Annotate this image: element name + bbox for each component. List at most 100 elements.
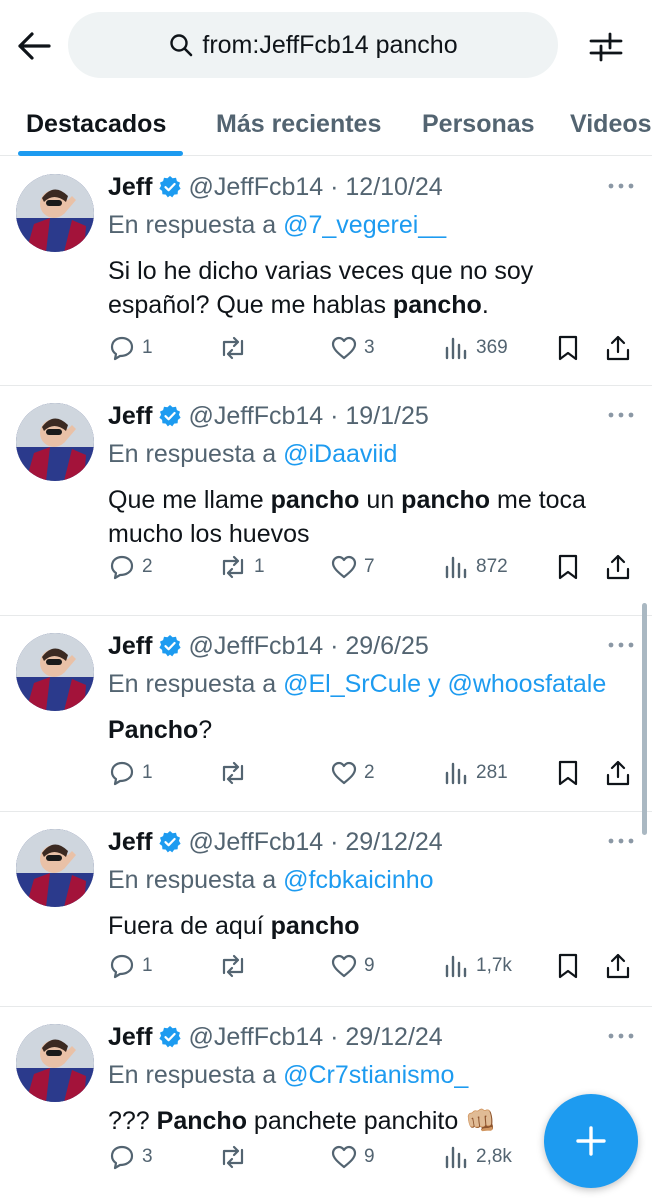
tweet-actions: 2 1 7 872 [108, 550, 636, 584]
like-button[interactable]: 3 [330, 331, 375, 365]
author-name[interactable]: Jeff [108, 828, 152, 857]
verified-badge-icon [158, 175, 182, 199]
bookmark-button[interactable] [554, 331, 588, 365]
repost-button[interactable] [218, 756, 254, 790]
text-part: ??? [108, 1107, 157, 1135]
reply-mention-link[interactable]: @7_vegerei__ [283, 211, 446, 239]
reply-count: 1 [142, 955, 153, 976]
views-button[interactable]: 369 [442, 331, 508, 365]
avatar[interactable] [16, 403, 94, 481]
highlighted-term: pancho [401, 486, 491, 514]
scrollbar[interactable] [642, 603, 647, 835]
views-chart-icon [445, 556, 467, 579]
author-handle-date: @JeffFcb14 · 19/1/25 [188, 401, 429, 430]
compose-post-button[interactable] [544, 1094, 638, 1188]
author-handle-date: @JeffFcb14 · 12/10/24 [188, 172, 443, 201]
reply-count: 3 [142, 1146, 153, 1167]
tab-mas-recientes[interactable]: Más recientes [216, 92, 381, 155]
heart-icon [331, 336, 357, 360]
more-options-icon[interactable] [606, 826, 636, 856]
bookmark-button[interactable] [554, 949, 588, 983]
share-button[interactable] [604, 550, 638, 584]
author-handle-date: @JeffFcb14 · 29/12/24 [188, 827, 443, 856]
text-part: panchete panchito 👊🏼 [246, 1107, 497, 1135]
reply-button[interactable]: 1 [108, 756, 153, 790]
tab-videos[interactable]: Videos [570, 92, 652, 155]
views-button[interactable]: 281 [442, 756, 508, 790]
more-options-icon[interactable] [606, 400, 636, 430]
reply-button[interactable]: 1 [108, 331, 153, 365]
bookmark-button[interactable] [554, 550, 588, 584]
search-input[interactable]: from:JeffFcb14 pancho [68, 12, 558, 78]
tab-personas[interactable]: Personas [422, 92, 535, 155]
search-query: from:JeffFcb14 pancho [202, 30, 458, 59]
repost-icon [222, 1145, 244, 1169]
views-button[interactable]: 2,8k [442, 1140, 512, 1174]
tweet[interactable]: Jeff @JeffFcb14 · 29/12/24 En respuesta … [0, 812, 652, 1007]
highlighted-term: Pancho [108, 716, 199, 744]
more-options-icon[interactable] [606, 1021, 636, 1051]
like-button[interactable]: 7 [330, 550, 375, 584]
tweet-text: Pancho? [108, 713, 636, 747]
reply-mention-link[interactable]: @El_SrCule y @whoosfatale [283, 670, 606, 698]
tweet[interactable]: Jeff @JeffFcb14 · 19/1/25 En respuesta a… [0, 386, 652, 616]
tab-destacados[interactable]: Destacados [26, 92, 166, 155]
tweet[interactable]: Jeff @JeffFcb14 · 29/6/25 En respuesta a… [0, 616, 652, 812]
like-button[interactable]: 9 [330, 1140, 375, 1174]
tweet-actions: 1 3 369 [108, 331, 636, 365]
back-arrow-icon[interactable] [14, 26, 54, 66]
tweet[interactable]: Jeff @JeffFcb14 · 12/10/24 En respuesta … [0, 157, 652, 386]
reply-button[interactable]: 2 [108, 550, 153, 584]
avatar[interactable] [16, 174, 94, 252]
bookmark-icon [558, 335, 578, 361]
share-button[interactable] [604, 949, 638, 983]
share-button[interactable] [604, 756, 638, 790]
view-count: 1,7k [476, 955, 512, 976]
repost-button[interactable] [218, 1140, 254, 1174]
share-button[interactable] [604, 331, 638, 365]
avatar[interactable] [16, 633, 94, 711]
repost-button[interactable]: 1 [218, 550, 265, 584]
reply-mention-link[interactable]: @Cr7stianismo_ [283, 1061, 468, 1089]
reply-icon [110, 761, 134, 786]
like-button[interactable]: 9 [330, 949, 375, 983]
text-part: Fuera de aquí [108, 912, 271, 940]
more-options-icon[interactable] [606, 171, 636, 201]
avatar[interactable] [16, 829, 94, 907]
author-name[interactable]: Jeff [108, 1023, 152, 1052]
reply-mention-link[interactable]: @fcbkaicinho [283, 866, 433, 894]
reply-icon [110, 954, 134, 979]
verified-badge-icon [158, 1025, 182, 1049]
author-name[interactable]: Jeff [108, 173, 152, 202]
bookmark-icon [558, 554, 578, 580]
view-count: 872 [476, 556, 508, 577]
reply-context: En respuesta a @7_vegerei__ [108, 211, 636, 240]
bookmark-button[interactable] [554, 756, 588, 790]
like-button[interactable]: 2 [330, 756, 375, 790]
tweet-actions: 1 9 1,7k [108, 949, 636, 983]
filter-sliders-icon[interactable] [586, 27, 626, 67]
reply-button[interactable]: 3 [108, 1140, 153, 1174]
share-icon [606, 554, 630, 580]
heart-icon [331, 1145, 357, 1169]
author-name[interactable]: Jeff [108, 632, 152, 661]
repost-count: 1 [254, 556, 265, 577]
bookmark-icon [558, 953, 578, 979]
active-tab-indicator [18, 151, 183, 156]
more-options-icon[interactable] [606, 630, 636, 660]
avatar[interactable] [16, 1024, 94, 1102]
like-count: 2 [364, 762, 375, 783]
repost-button[interactable] [218, 331, 254, 365]
repost-icon [222, 336, 244, 360]
tweet-actions: 1 2 281 [108, 756, 636, 790]
views-button[interactable]: 1,7k [442, 949, 512, 983]
share-icon [606, 760, 630, 786]
reply-button[interactable]: 1 [108, 949, 153, 983]
repost-button[interactable] [218, 949, 254, 983]
author-name[interactable]: Jeff [108, 402, 152, 431]
views-button[interactable]: 872 [442, 550, 508, 584]
reply-mention-link[interactable]: @iDaaviid [283, 440, 397, 468]
views-chart-icon [445, 1146, 467, 1169]
bookmark-icon [558, 760, 578, 786]
reply-count: 2 [142, 556, 153, 577]
